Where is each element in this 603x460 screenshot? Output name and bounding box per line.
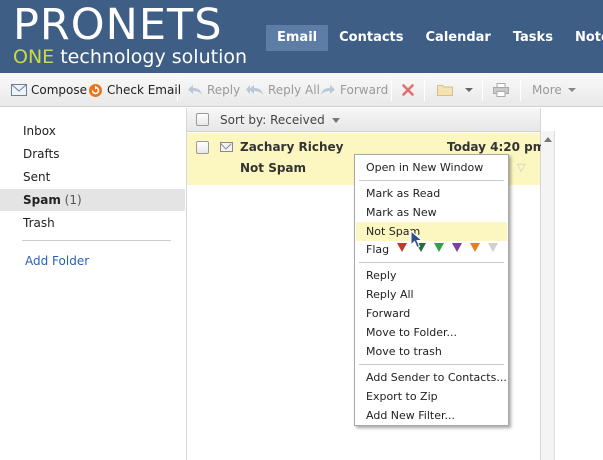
message-checkbox[interactable] (196, 141, 209, 154)
print-button[interactable] (493, 82, 509, 98)
menu-mark-as-new[interactable]: Mark as New (356, 203, 507, 222)
toolbar-divider (391, 79, 392, 101)
menu-divider (359, 262, 504, 263)
delete-x-icon (402, 84, 414, 96)
list-scrollbar[interactable] (541, 131, 555, 460)
folder-inbox[interactable]: Inbox (0, 120, 185, 142)
select-all-checkbox[interactable] (196, 113, 209, 126)
toolbar-divider (424, 79, 425, 101)
menu-move-to-trash[interactable]: Move to trash (356, 342, 507, 361)
message-date: Today 4:20 pm (447, 140, 546, 154)
menu-reply[interactable]: Reply (356, 266, 507, 285)
menu-export-to-zip[interactable]: Export to Zip (356, 387, 507, 406)
nav-email[interactable]: Email (266, 25, 329, 51)
menu-mark-as-read[interactable]: Mark as Read (356, 184, 507, 203)
reply-button[interactable]: Reply (187, 82, 240, 98)
flag-green-icon[interactable] (434, 243, 444, 252)
menu-forward[interactable]: Forward (356, 304, 507, 323)
more-button[interactable]: More (532, 82, 577, 98)
scroll-up-arrow-icon[interactable] (544, 137, 552, 142)
nav-contacts[interactable]: Contacts (328, 25, 414, 51)
compose-button[interactable]: Compose (11, 82, 87, 98)
folder-sent[interactable]: Sent (0, 166, 185, 188)
mouse-cursor-icon (410, 230, 424, 249)
dropdown-caret-icon (331, 118, 340, 123)
menu-divider (359, 180, 504, 181)
dropdown-caret-icon (567, 88, 576, 92)
menu-add-sender-to-contacts[interactable]: Add Sender to Contacts... (356, 368, 507, 387)
sort-dropdown[interactable]: Sort by: Received (220, 113, 340, 127)
menu-flag-row: Flag (356, 240, 507, 259)
context-menu: Open in New Window Mark as Read Mark as … (354, 154, 509, 426)
toolbar-divider (482, 79, 483, 101)
toolbar-divider (177, 79, 178, 101)
forward-arrow-icon (321, 85, 335, 95)
flag-label: Flag (366, 243, 390, 256)
reply-arrow-icon (188, 85, 202, 95)
app-header: PRONETS ONE technology solution Email Co… (0, 0, 603, 73)
delete-button[interactable] (402, 82, 414, 98)
top-nav: Email Contacts Calendar Tasks Notes Mo (266, 25, 603, 51)
check-email-button[interactable]: Check Email (88, 82, 181, 98)
flag-red-icon[interactable] (397, 243, 407, 252)
dropdown-caret-icon (465, 88, 473, 92)
folder-drafts[interactable]: Drafts (0, 143, 185, 165)
folder-icon (437, 85, 453, 96)
nav-tasks[interactable]: Tasks (502, 25, 564, 51)
message-sender: Zachary Richey (240, 140, 344, 154)
message-subject: Not Spam (240, 161, 307, 175)
menu-open-new-window[interactable]: Open in New Window (356, 158, 507, 177)
sidebar-divider (22, 240, 171, 241)
printer-icon (493, 83, 509, 97)
menu-move-to-folder[interactable]: Move to Folder... (356, 323, 507, 342)
reply-all-arrow-icon (246, 85, 263, 95)
menu-add-new-filter[interactable]: Add New Filter... (356, 406, 507, 425)
reading-pane (556, 108, 603, 460)
brand-logo: PRONETS (13, 0, 223, 50)
flag-icon[interactable]: ▽ (517, 161, 525, 174)
folder-spam[interactable]: Spam (1) (0, 189, 185, 211)
envelope-icon (11, 84, 27, 96)
reply-all-button[interactable]: Reply All (246, 82, 320, 98)
flag-purple-icon[interactable] (452, 243, 462, 252)
email-toolbar: Compose Check Email Reply Reply All Forw… (0, 73, 603, 107)
folder-trash[interactable]: Trash (0, 212, 185, 234)
folder-sidebar: Inbox Drafts Sent Spam (1) Trash Add Fol… (0, 108, 185, 460)
add-folder-link[interactable]: Add Folder (25, 254, 89, 268)
brand-tagline: ONE technology solution (13, 46, 248, 68)
toolbar-divider (520, 79, 521, 101)
menu-not-spam[interactable]: Not Spam (356, 222, 507, 241)
nav-notes[interactable]: Notes (564, 25, 603, 51)
menu-reply-all[interactable]: Reply All (356, 285, 507, 304)
menu-divider (359, 364, 504, 365)
envelope-icon (220, 142, 233, 152)
refresh-icon (89, 83, 102, 97)
flag-orange-icon[interactable] (470, 243, 480, 252)
move-folder-button[interactable] (437, 82, 474, 98)
forward-button[interactable]: Forward (320, 82, 388, 98)
list-header: Sort by: Received (187, 108, 540, 132)
flag-clear-icon[interactable] (488, 243, 498, 252)
unread-count: (1) (64, 193, 82, 207)
nav-calendar[interactable]: Calendar (415, 25, 502, 51)
